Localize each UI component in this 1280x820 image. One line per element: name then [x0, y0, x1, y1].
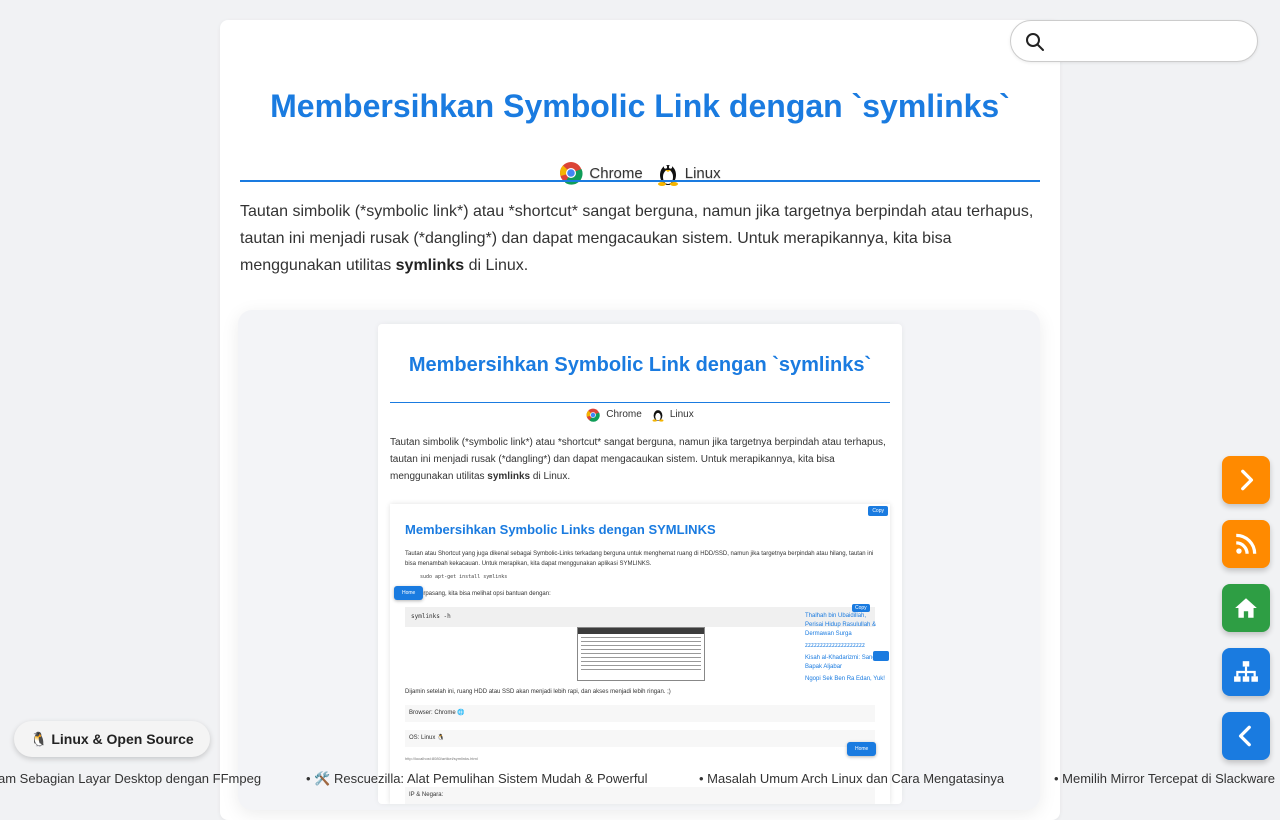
preview-title: Membersihkan Symbolic Link dengan `symli… — [408, 354, 872, 376]
ticker-item[interactable]: • 🛠️ Rescuezilla: Alat Pemulihan Sistem … — [306, 768, 648, 790]
page-title: Membersihkan Symbolic Link dengan `symli… — [270, 88, 1010, 124]
browser-badges: Chrome Linux — [220, 160, 1060, 186]
nested-paragraph: Tautan atau Shortcut yang juga dikenal s… — [405, 551, 874, 567]
nested-title: Membersihkan Symbolic Links dengan SYMLI… — [405, 522, 716, 537]
preview-chrome-label: Chrome — [606, 409, 642, 420]
rss-button[interactable] — [1222, 520, 1270, 568]
chrome-label: Chrome — [589, 164, 643, 182]
rss-icon — [1236, 533, 1257, 554]
linux-badge: Linux — [657, 160, 721, 186]
home-button-2[interactable]: Home — [847, 742, 877, 756]
preview-frame: Membersihkan Symbolic Link dengan `symli… — [238, 310, 1040, 810]
os-info: OS: Linux 🐧 — [405, 730, 875, 747]
preview-intro-end: di Linux. — [530, 471, 571, 482]
nested-paragraph-2: ...erpasang, kita bisa melihat opsi bant… — [415, 591, 551, 597]
search-icon — [1026, 33, 1044, 51]
linux-icon — [657, 165, 678, 186]
search-box[interactable] — [1010, 20, 1258, 62]
chevron-left-icon — [1238, 725, 1251, 747]
home-button[interactable]: Home — [394, 586, 424, 600]
back-button[interactable] — [1222, 712, 1270, 760]
news-ticker: am Sebagian Layar Desktop dengan FFmpeg … — [0, 768, 1280, 790]
preview-linux-label: Linux — [669, 409, 694, 420]
linux-icon — [652, 410, 664, 422]
linux-label: Linux — [684, 164, 721, 182]
article-intro: Tautan simbolik (*symbolic link*) atau *… — [240, 198, 1040, 279]
sitemap-button[interactable] — [1222, 648, 1270, 696]
preview-intro-bold: symlinks — [487, 471, 531, 482]
preview-linux-badge: Linux — [652, 407, 694, 422]
nested-paragraph-3: Dijamin setelah ini, ruang HDD atau SSD … — [405, 689, 671, 695]
side-link[interactable]: Thalhah bin Ubaidillah, Perisai Hidup Ra… — [805, 612, 885, 639]
nested-preview: Copy Membersihkan Symbolic Links dengan … — [390, 504, 890, 804]
terminal-screenshot — [577, 627, 705, 681]
sitemap-icon — [1234, 661, 1258, 682]
copy-button-2[interactable]: Copy — [852, 604, 870, 612]
article-card: Membersihkan Symbolic Link dengan `symli… — [220, 20, 1060, 820]
home-icon — [1235, 598, 1257, 618]
nested-command: sudo apt-get install symlinks — [420, 574, 508, 580]
side-link[interactable]: zzzzzzzzzzzzzzzzzzzz — [805, 642, 885, 651]
ticker-item[interactable]: • Memilih Mirror Tercepat di Slackware — [1054, 768, 1275, 790]
preview-badges: Chrome Linux — [378, 407, 902, 422]
nested-side-links: Thalhah bin Ubaidillah, Perisai Hidup Ra… — [805, 612, 885, 687]
chrome-icon — [586, 408, 600, 422]
ticker-item[interactable]: am Sebagian Layar Desktop dengan FFmpeg — [0, 768, 261, 790]
home-button[interactable] — [1222, 584, 1270, 632]
intro-text: Tautan simbolik (*symbolic link*) atau *… — [240, 203, 1034, 274]
intro-bold: symlinks — [395, 257, 465, 274]
category-tag[interactable]: 🐧 Linux & Open Source — [14, 721, 210, 757]
preview-page: Membersihkan Symbolic Link dengan `symli… — [378, 324, 902, 804]
side-toggle-button[interactable] — [873, 651, 889, 661]
browser-info: Browser: Chrome 🌐 — [405, 705, 875, 722]
side-link[interactable]: Ngopi Sek Ben Ra Edan, Yuk! — [805, 675, 885, 684]
preview-intro-text: Tautan simbolik (*symbolic link*) atau *… — [390, 437, 886, 482]
intro-text-end: di Linux. — [464, 257, 529, 274]
nested-url: http://localhost:8080/artikel/symlinks.h… — [405, 756, 478, 761]
search-input[interactable] — [1055, 29, 1249, 55]
next-button[interactable] — [1222, 456, 1270, 504]
copy-button[interactable]: Copy — [868, 506, 888, 516]
preview-chrome-badge: Chrome — [586, 408, 642, 422]
preview-divider — [390, 402, 890, 403]
title-divider — [240, 180, 1040, 182]
preview-intro: Tautan simbolik (*symbolic link*) atau *… — [390, 434, 890, 485]
ticker-item[interactable]: • Masalah Umum Arch Linux dan Cara Menga… — [699, 768, 1004, 790]
chevron-right-icon — [1241, 469, 1254, 491]
